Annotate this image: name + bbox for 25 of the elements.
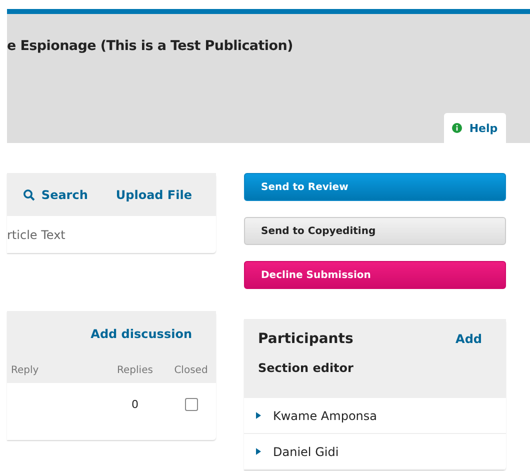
group-heading: Section editor xyxy=(258,361,354,375)
add-discussion-link[interactable]: Add discussion xyxy=(90,327,192,341)
review-button[interactable]: Send to Review xyxy=(244,173,506,201)
file-name: rticle Text xyxy=(7,228,66,242)
search-label: Search xyxy=(41,188,88,202)
participant-row[interactable]: Kwame Amponsa xyxy=(244,398,506,434)
column-header: Reply xyxy=(10,365,40,376)
search-icon xyxy=(23,188,36,200)
column-header: Replies xyxy=(116,365,154,376)
closed-checkbox[interactable] xyxy=(184,398,198,410)
participant-name: Daniel Gidi xyxy=(273,444,339,458)
panel-title: Participants xyxy=(258,331,354,347)
search-link[interactable]: Search xyxy=(23,188,88,202)
copyediting-button[interactable]: Send to Copyediting xyxy=(244,217,506,245)
info-icon xyxy=(452,123,462,133)
help-label: Help xyxy=(469,122,498,134)
submission-title: e Espionage (This is a Test Publication) xyxy=(7,38,294,54)
replies-count: 0 xyxy=(130,398,140,411)
upload-file-link[interactable]: Upload File xyxy=(116,188,192,202)
participant-row[interactable]: Daniel Gidi xyxy=(244,434,506,470)
help-tab[interactable]: Help xyxy=(444,113,506,143)
column-header: Closed xyxy=(173,365,209,376)
decline-button[interactable]: Decline Submission xyxy=(244,261,506,289)
participant-name: Kwame Amponsa xyxy=(273,408,377,422)
add-participant-link[interactable]: Add xyxy=(456,332,482,346)
